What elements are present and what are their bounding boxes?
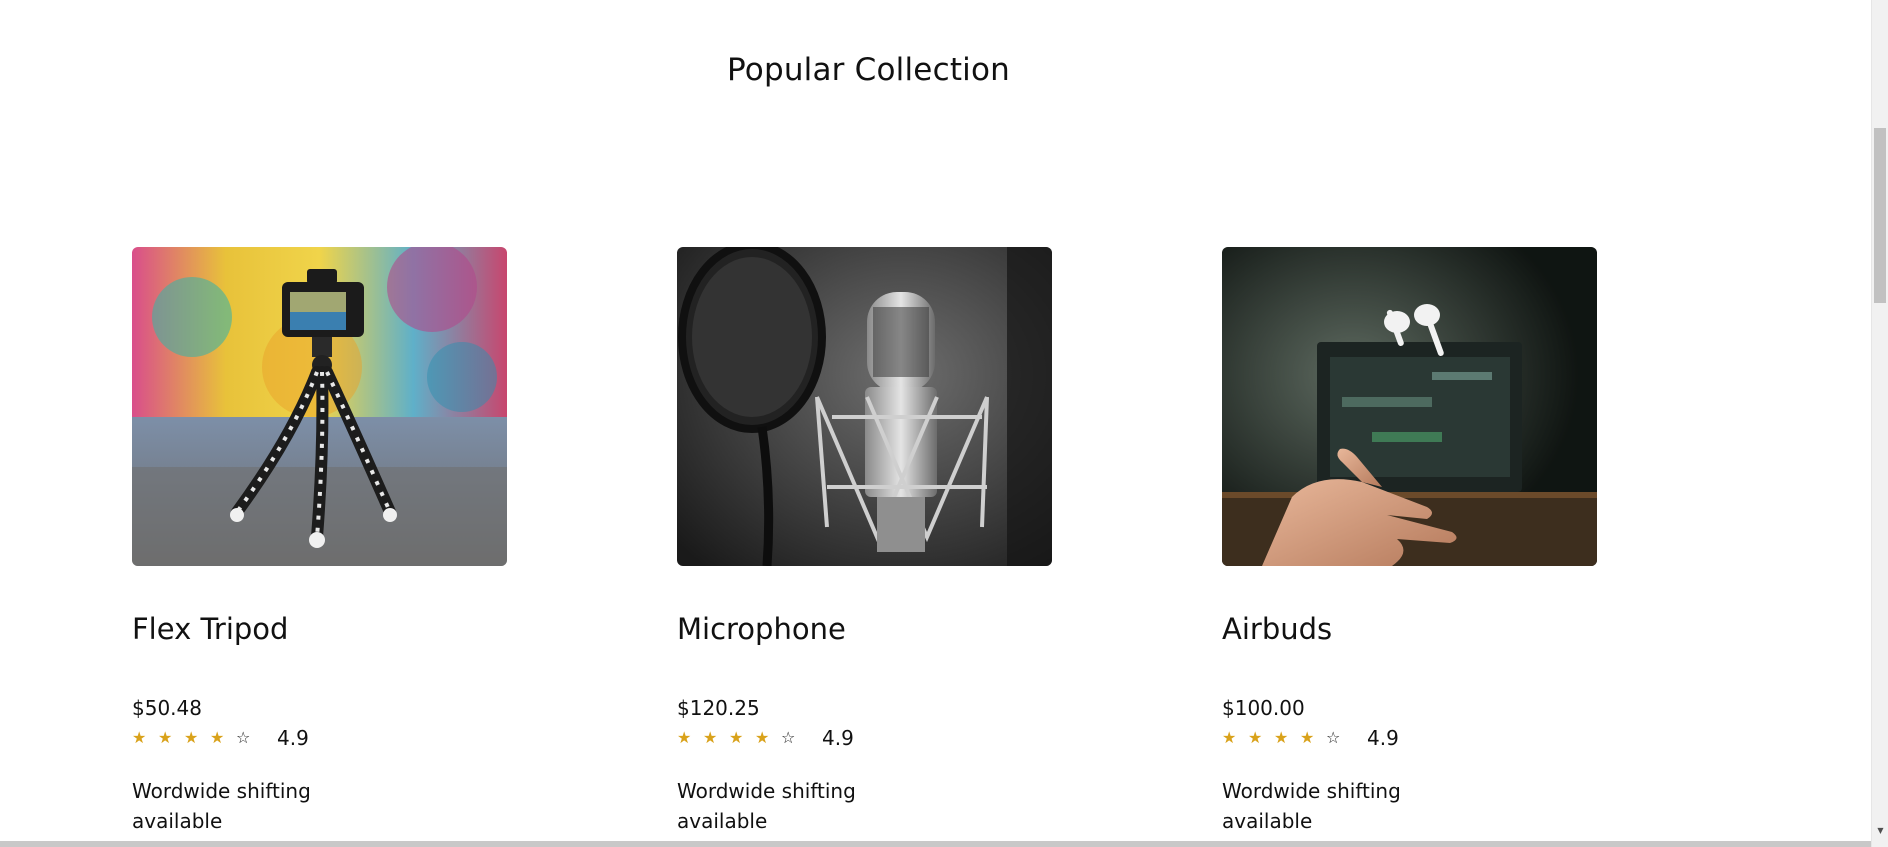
star-filled-icon: ★ <box>703 728 718 747</box>
star-filled-icon: ★ <box>184 728 199 747</box>
star-filled-icon: ★ <box>729 728 744 747</box>
star-outline-icon: ☆ <box>781 728 796 747</box>
product-rating: ★ ★ ★ ★ ☆ 4.9 <box>132 726 309 750</box>
studio-microphone-photo <box>677 247 1052 566</box>
scroll-down-arrow-icon[interactable]: ▼ <box>1872 826 1888 835</box>
product-name[interactable]: Flex Tripod <box>132 612 288 646</box>
product-rating: ★ ★ ★ ★ ☆ 4.9 <box>1222 726 1399 750</box>
product-rating: ★ ★ ★ ★ ☆ 4.9 <box>677 726 854 750</box>
product-name[interactable]: Microphone <box>677 612 846 646</box>
product-price: $120.25 <box>677 696 760 720</box>
shipping-info: Wordwide shifting available <box>132 779 311 833</box>
rating-value: 4.9 <box>277 726 309 750</box>
shipping-info: Wordwide shifting available <box>1222 779 1401 833</box>
star-outline-icon: ☆ <box>236 728 251 747</box>
star-filled-icon: ★ <box>210 728 225 747</box>
product-image-tripod[interactable] <box>132 247 507 566</box>
tripod-camera-photo <box>132 247 507 566</box>
page: Popular Collection Flex Tripod $50.48 ★ … <box>0 0 1888 847</box>
product-name[interactable]: Airbuds <box>1222 612 1332 646</box>
horizontal-scrollbar[interactable] <box>0 841 1871 847</box>
star-filled-icon: ★ <box>1222 728 1237 747</box>
product-image-microphone[interactable] <box>677 247 1052 566</box>
shipping-info: Wordwide shifting available <box>677 779 856 833</box>
product-card-airbuds[interactable]: Airbuds $100.00 ★ ★ ★ ★ ☆ 4.9 Wordwide s… <box>1222 247 1598 833</box>
product-price: $100.00 <box>1222 696 1305 720</box>
product-price: $50.48 <box>132 696 202 720</box>
product-image-airbuds[interactable] <box>1222 247 1597 566</box>
airbuds-hand-photo <box>1222 247 1597 566</box>
section-title: Popular Collection <box>726 52 1011 88</box>
rating-value: 4.9 <box>1367 726 1399 750</box>
star-filled-icon: ★ <box>1300 728 1315 747</box>
product-card-flex-tripod[interactable]: Flex Tripod $50.48 ★ ★ ★ ★ ☆ 4.9 Wordwid… <box>132 247 508 833</box>
star-filled-icon: ★ <box>755 728 770 747</box>
star-filled-icon: ★ <box>158 728 173 747</box>
star-outline-icon: ☆ <box>1326 728 1341 747</box>
star-filled-icon: ★ <box>132 728 147 747</box>
product-card-microphone[interactable]: Microphone $120.25 ★ ★ ★ ★ ☆ 4.9 Wordwid… <box>677 247 1053 833</box>
star-filled-icon: ★ <box>1274 728 1289 747</box>
vertical-scrollbar-thumb[interactable] <box>1874 128 1886 303</box>
star-filled-icon: ★ <box>1248 728 1263 747</box>
rating-value: 4.9 <box>822 726 854 750</box>
vertical-scrollbar[interactable]: ▼ <box>1871 0 1888 847</box>
star-filled-icon: ★ <box>677 728 692 747</box>
